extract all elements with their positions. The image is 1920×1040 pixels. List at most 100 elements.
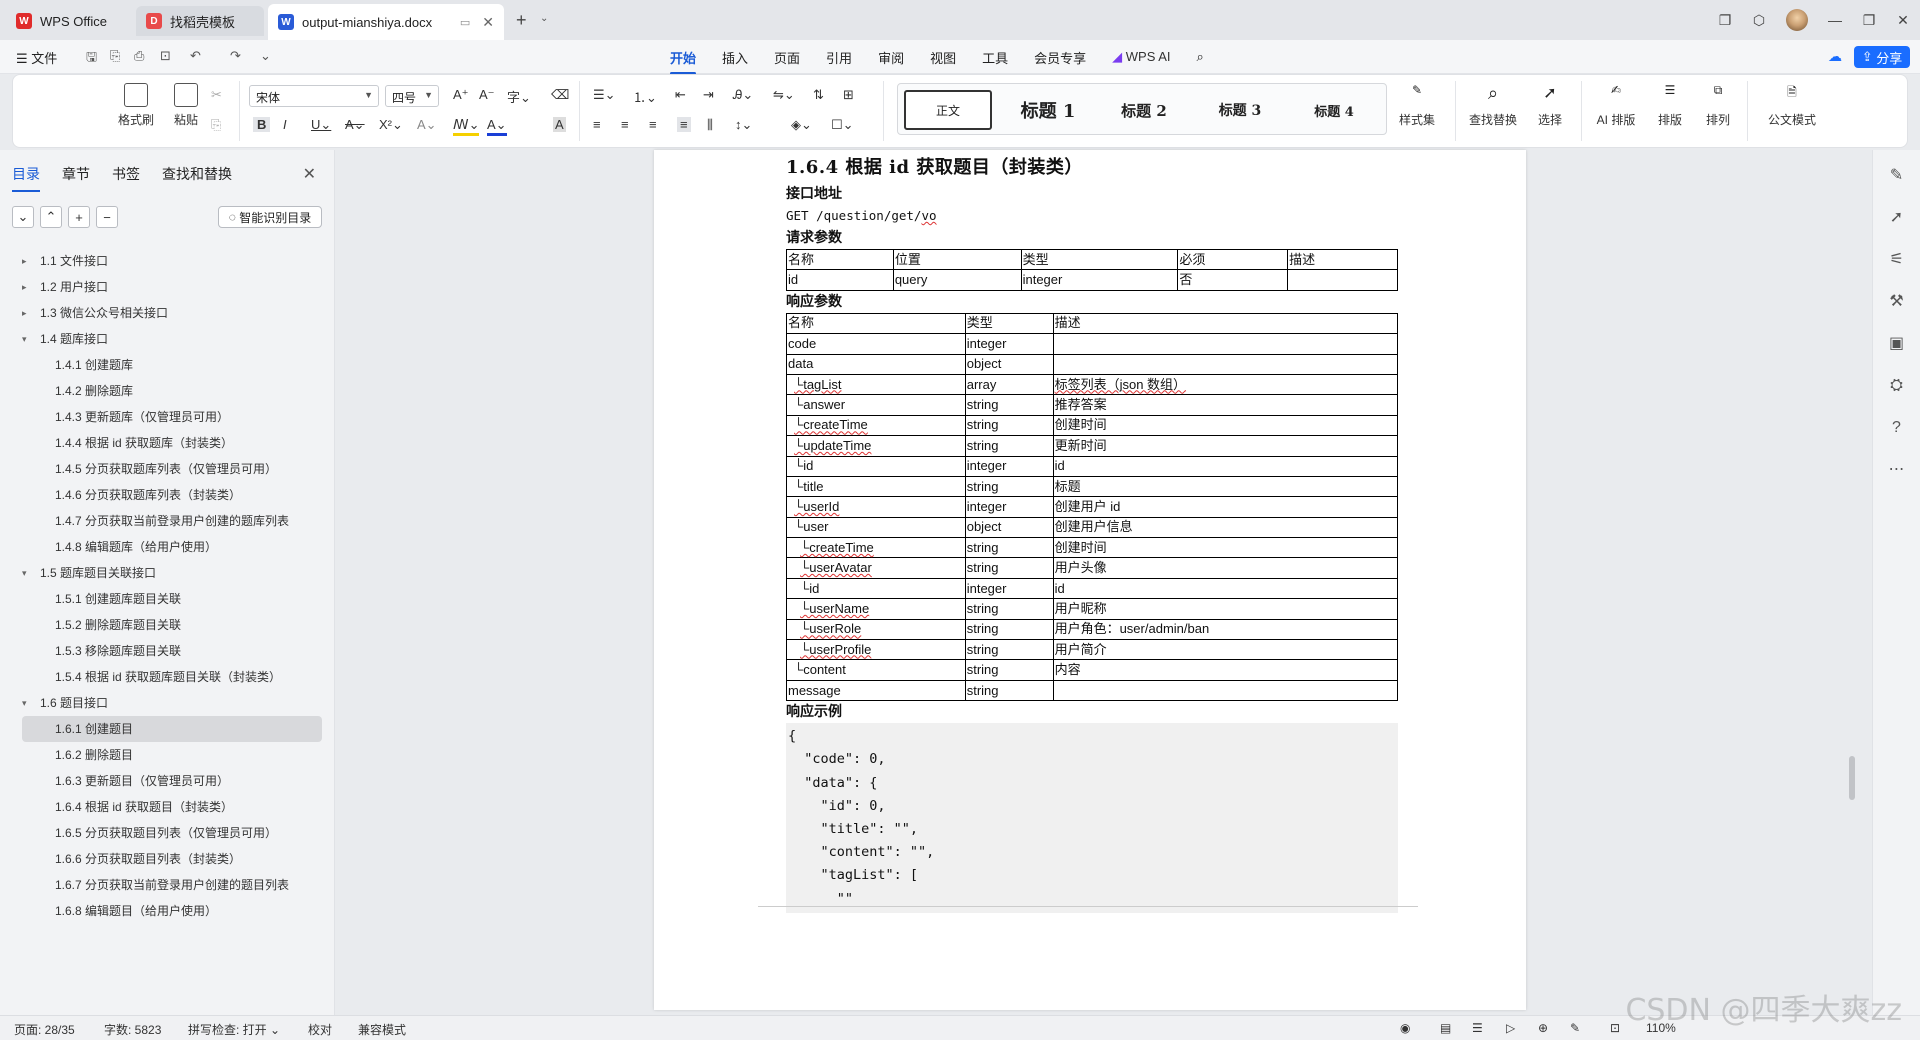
- clear-format-icon[interactable]: ⌫: [551, 87, 569, 103]
- table-cell[interactable]: 必须: [1177, 248, 1289, 271]
- spell-check[interactable]: 拼写检查: 打开 ⌄: [188, 1021, 280, 1038]
- bold-icon[interactable]: B: [253, 117, 271, 132]
- phonetic-icon[interactable]: 字⌄: [507, 87, 531, 106]
- table-cell[interactable]: 用户头像: [1052, 557, 1399, 579]
- toc-item[interactable]: 1.5.1 创建题库题目关联: [22, 586, 322, 612]
- toc-item[interactable]: ▾ 1.4 题库接口: [22, 326, 322, 352]
- undo-icon[interactable]: ↶: [190, 48, 201, 64]
- print-icon[interactable]: ⎙: [134, 48, 144, 64]
- table-cell[interactable]: message: [786, 679, 966, 702]
- tab-view[interactable]: 视图: [930, 42, 956, 73]
- table-cell[interactable]: id: [786, 269, 894, 291]
- table-cell[interactable]: [1052, 333, 1399, 355]
- tools-icon[interactable]: ⚒: [1873, 282, 1920, 322]
- toc-item[interactable]: ▾ 1.5 题库题目关联接口: [22, 560, 322, 586]
- table-cell[interactable]: string: [964, 598, 1054, 620]
- toc-item[interactable]: 1.4.8 编辑题库（给用户使用）: [22, 534, 322, 560]
- table-cell[interactable]: └id: [786, 455, 966, 477]
- highlight-icon[interactable]: ꟿ⌄: [453, 117, 480, 136]
- table-cell[interactable]: 创建用户信息: [1052, 516, 1399, 539]
- numbered-list-icon[interactable]: ⒈⌄: [633, 87, 657, 106]
- cube-icon[interactable]: ⬡: [1742, 12, 1776, 29]
- table-cell[interactable]: string: [964, 659, 1054, 681]
- toc-item[interactable]: 1.4.2 删除题库: [22, 378, 322, 404]
- pen-mode-icon[interactable]: ✎: [1570, 1021, 1580, 1035]
- table-cell[interactable]: string: [964, 557, 1054, 579]
- table-cell[interactable]: query: [892, 269, 1022, 291]
- table-cell[interactable]: string: [964, 639, 1054, 661]
- nav-tab-chapter[interactable]: 章节: [62, 164, 90, 192]
- cut-icon[interactable]: ✂: [211, 87, 222, 103]
- table-cell[interactable]: id: [1052, 577, 1399, 600]
- official-mode-button[interactable]: 🗎 公文模式: [1759, 83, 1825, 128]
- new-tab-icon[interactable]: +: [516, 10, 527, 31]
- collapse-icon[interactable]: ⌄: [12, 206, 34, 228]
- table-cell[interactable]: [1287, 269, 1398, 291]
- close-window-icon[interactable]: ✕: [1886, 12, 1920, 29]
- toc-item[interactable]: 1.4.6 分页获取题库列表（封装类）: [22, 482, 322, 508]
- table-cell[interactable]: string: [964, 475, 1054, 498]
- proofread[interactable]: 校对: [308, 1021, 332, 1038]
- table-cell[interactable]: id: [1052, 455, 1399, 477]
- toc-item[interactable]: 1.5.4 根据 id 获取题库题目关联（封装类）: [22, 664, 322, 690]
- toc-item[interactable]: 1.6.3 更新题目（仅管理员可用）: [22, 768, 322, 794]
- style-heading-3[interactable]: 标题 3: [1194, 90, 1286, 130]
- table-cell[interactable]: 类型: [1020, 248, 1179, 271]
- paste-button[interactable]: 粘贴: [161, 83, 211, 128]
- adjust-icon[interactable]: ⚟: [1873, 240, 1920, 280]
- chevron-down-icon[interactable]: ⌄: [540, 13, 548, 24]
- smart-toc-button[interactable]: ◌ 智能识别目录: [218, 206, 322, 228]
- table-cell[interactable]: integer: [964, 577, 1054, 600]
- page-view-icon[interactable]: ▤: [1440, 1021, 1451, 1035]
- line-spacing-icon[interactable]: ↕⌄: [735, 117, 752, 133]
- table-cell[interactable]: └user: [786, 516, 966, 539]
- expanded-arrow-icon[interactable]: ▾: [22, 326, 27, 352]
- toc-item[interactable]: 1.6.2 删除题目: [22, 742, 322, 768]
- scrollbar-thumb[interactable]: [1849, 756, 1855, 800]
- table-cell[interactable]: 标题: [1052, 475, 1399, 498]
- show-marks-icon[interactable]: ⊞: [843, 87, 854, 103]
- toc-item[interactable]: ▸ 1.3 微信公众号相关接口: [22, 300, 322, 326]
- tab-template[interactable]: D 找稻壳模板: [136, 6, 264, 36]
- expanded-arrow-icon[interactable]: ▾: [22, 560, 27, 586]
- table-cell[interactable]: string: [964, 414, 1054, 437]
- table-cell[interactable]: 描述: [1287, 248, 1398, 271]
- table-cell[interactable]: └content: [786, 659, 966, 681]
- toc-item[interactable]: 1.6.4 根据 id 获取题目（封装类）: [22, 794, 322, 820]
- font-color-icon[interactable]: A⌄: [487, 117, 507, 136]
- justify-icon[interactable]: ≡: [677, 117, 691, 132]
- sort-icon[interactable]: ⇅: [813, 87, 824, 103]
- translate-icon[interactable]: ⛭: [1873, 366, 1920, 406]
- tab-reference[interactable]: 引用: [826, 42, 852, 73]
- toc-item[interactable]: 1.4.4 根据 id 获取题库（封装类）: [22, 430, 322, 456]
- borders-icon[interactable]: ☐⌄: [831, 117, 854, 133]
- underline-icon[interactable]: U⌄: [311, 117, 331, 133]
- toc-item[interactable]: ▸ 1.1 文件接口: [22, 248, 322, 274]
- tab-home[interactable]: 开始: [670, 42, 697, 75]
- tab-tools[interactable]: 工具: [982, 42, 1008, 73]
- page-count[interactable]: 页面: 28/35: [14, 1021, 75, 1038]
- style-heading-1[interactable]: 标题 1: [1002, 90, 1094, 130]
- file-menu[interactable]: ☰ 文件: [16, 48, 57, 67]
- table-cell[interactable]: string: [964, 679, 1054, 702]
- collapsed-arrow-icon[interactable]: ▸: [22, 274, 27, 300]
- table-cell[interactable]: [1052, 353, 1399, 375]
- table-cell[interactable]: └id: [786, 577, 966, 600]
- toc-item[interactable]: 1.6.8 编辑题目（给用户使用）: [22, 898, 322, 924]
- toc-item[interactable]: 1.6.7 分页获取当前登录用户创建的题目列表: [22, 872, 322, 898]
- toc-item[interactable]: 1.5.3 移除题库题目关联: [22, 638, 322, 664]
- expand-up-icon[interactable]: ⌃: [40, 206, 62, 228]
- toc-item[interactable]: 1.6.5 分页获取题目列表（仅管理员可用）: [22, 820, 322, 846]
- tab-page[interactable]: 页面: [774, 42, 800, 73]
- table-cell[interactable]: └userProfile: [786, 639, 966, 661]
- table-cell[interactable]: string: [964, 618, 1054, 641]
- toc-item[interactable]: 1.5.2 删除题库题目关联: [22, 612, 322, 638]
- table-cell[interactable]: 位置: [892, 248, 1022, 271]
- style-set-button[interactable]: ✎ 样式集: [1387, 83, 1447, 128]
- expanded-arrow-icon[interactable]: ▾: [22, 690, 27, 716]
- tab-wps-office[interactable]: W WPS Office: [6, 6, 134, 36]
- share-button[interactable]: ⇪ 分享: [1854, 46, 1910, 68]
- table-cell[interactable]: integer: [964, 455, 1054, 477]
- image-edit-icon[interactable]: ▣: [1873, 324, 1920, 364]
- fit-icon[interactable]: ⊡: [1610, 1021, 1620, 1035]
